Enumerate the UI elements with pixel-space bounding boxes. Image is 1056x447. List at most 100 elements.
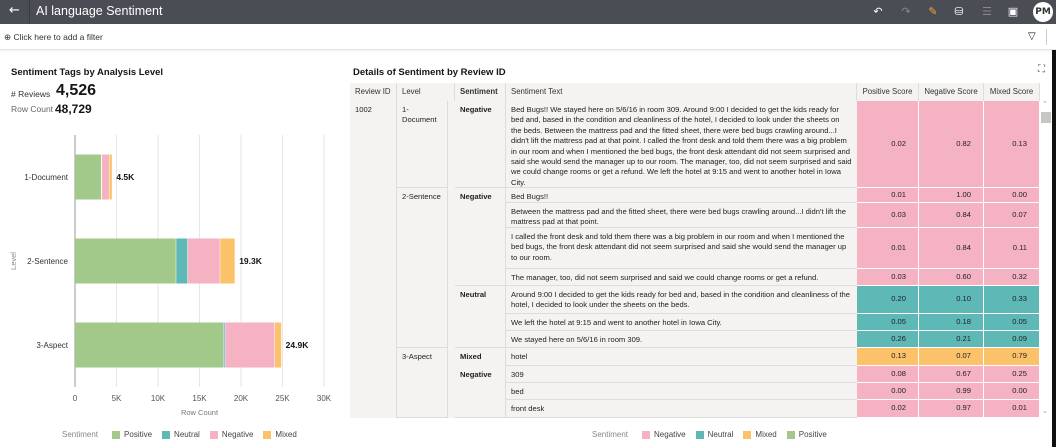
neg-score: 0.10 bbox=[919, 286, 984, 314]
chart-title: Sentiment Tags by Analysis Level bbox=[11, 67, 164, 78]
x-tick-label: 20K bbox=[234, 394, 249, 403]
legend-swatch bbox=[209, 430, 218, 439]
column-header[interactable]: Level bbox=[397, 83, 455, 101]
mix-score: 0.79 bbox=[984, 348, 1040, 366]
mix-score: 0.13 bbox=[984, 101, 1040, 188]
x-tick-label: 15K bbox=[192, 394, 207, 403]
legend-swatch bbox=[112, 430, 121, 439]
legend-swatch bbox=[263, 430, 272, 439]
legend-swatch bbox=[695, 430, 704, 439]
add-filter-button[interactable]: ⊕ Click here to add a filter bbox=[4, 32, 103, 43]
column-header[interactable]: Negative Score bbox=[919, 83, 984, 101]
neg-score: 0.60 bbox=[919, 269, 984, 286]
redo-icon[interactable]: ↷ bbox=[898, 4, 914, 20]
bar-positive[interactable] bbox=[75, 238, 176, 284]
review-id: 1002 bbox=[350, 101, 397, 418]
data-icon[interactable]: ⛁ bbox=[951, 4, 967, 20]
arrow-left-icon[interactable]: ← bbox=[0, 0, 30, 24]
legend-item[interactable]: Negative bbox=[654, 430, 686, 439]
avatar[interactable]: PM bbox=[1033, 2, 1053, 22]
sentiment-cell: Mixed bbox=[455, 348, 506, 366]
table-scrollbar[interactable] bbox=[1040, 101, 1052, 418]
column-header[interactable]: Positive Score bbox=[857, 83, 919, 101]
scroll-up-icon[interactable]: ⌃ bbox=[1042, 100, 1048, 108]
sentiment-text: Bed Bugs!! bbox=[506, 188, 857, 203]
mix-score: 0.01 bbox=[984, 400, 1040, 418]
neg-score: 0.84 bbox=[919, 203, 984, 228]
pos-score: 0.02 bbox=[857, 101, 919, 188]
column-header[interactable]: Sentiment Text bbox=[506, 83, 857, 101]
filter-bar: ⊕ Click here to add a filter ▽ bbox=[0, 25, 1056, 50]
undo-icon[interactable]: ↶ bbox=[870, 4, 886, 20]
top-bar: ← AI language Sentiment ↶ ↷ ✎ ⛁ ☰ ▣ PM bbox=[0, 0, 1056, 24]
bar-negative[interactable] bbox=[187, 238, 220, 284]
bar-neutral[interactable] bbox=[223, 322, 225, 368]
column-header[interactable]: Review ID bbox=[350, 83, 397, 101]
legend-item[interactable]: Neutral bbox=[708, 430, 734, 439]
mix-score: 0.07 bbox=[984, 203, 1040, 228]
expand-icon[interactable]: ⛶ bbox=[1038, 64, 1045, 75]
sentiment-text: hotel bbox=[506, 348, 857, 366]
pos-score: 0.20 bbox=[857, 286, 919, 314]
column-header[interactable]: Mixed Score bbox=[984, 83, 1040, 101]
neg-score: 0.84 bbox=[919, 228, 984, 269]
legend-swatch bbox=[786, 430, 795, 439]
level-cell: 1-Document bbox=[397, 101, 448, 188]
bar-chart: 0 5K 10K 15K 20K 25K 30K Row Count Level 1-Docume… bbox=[9, 135, 332, 417]
scroll-down-icon[interactable]: ⌄ bbox=[1042, 407, 1048, 415]
level-cell: 3-Aspect bbox=[397, 348, 448, 418]
total-label: 4.5K bbox=[116, 172, 135, 182]
neg-score: 0.21 bbox=[919, 331, 984, 348]
scrollbar-thumb[interactable] bbox=[1041, 112, 1051, 123]
plus-circle-icon: ⊕ bbox=[4, 32, 12, 42]
total-label: 24.9K bbox=[286, 340, 310, 350]
x-tick-label: 10K bbox=[151, 394, 166, 403]
sentiment-text: Around 9:00 I decided to get the kids re… bbox=[506, 286, 857, 314]
sentiment-cell: Negative bbox=[455, 188, 506, 286]
column-header[interactable]: Sentiment bbox=[455, 83, 506, 101]
legend-item[interactable]: Neutral bbox=[174, 430, 200, 439]
legend-item[interactable]: Mixed bbox=[275, 430, 296, 439]
edit-icon[interactable]: ✎ bbox=[925, 4, 941, 20]
x-tick-label: 25K bbox=[275, 394, 290, 403]
bar-mixed[interactable] bbox=[109, 154, 112, 200]
comment-icon[interactable]: ☰ bbox=[979, 4, 995, 20]
total-label: 19.3K bbox=[239, 256, 263, 266]
mix-score: 0.11 bbox=[984, 228, 1040, 269]
bar-mixed[interactable] bbox=[220, 238, 235, 284]
pos-score: 0.05 bbox=[857, 314, 919, 331]
bar-negative[interactable] bbox=[225, 322, 275, 368]
present-icon[interactable]: ▣ bbox=[1005, 4, 1021, 20]
neg-score: 0.67 bbox=[919, 366, 984, 383]
legend-item[interactable]: Positive bbox=[799, 430, 827, 439]
x-axis-label: Row Count bbox=[181, 408, 219, 417]
sentiment-text: The manager, too, did not seem surprised… bbox=[506, 269, 857, 286]
reviews-value: 4,526 bbox=[56, 82, 97, 99]
sentiment-text: Between the mattress pad and the fitted … bbox=[506, 203, 857, 228]
sentiment-text: 309 bbox=[506, 366, 857, 383]
pos-score: 0.13 bbox=[857, 348, 919, 366]
x-tick-label: 0 bbox=[73, 394, 78, 403]
legend-swatch bbox=[162, 430, 171, 439]
pos-score: 0.02 bbox=[857, 400, 919, 418]
pos-score: 0.08 bbox=[857, 366, 919, 383]
sentiment-text: Bed Bugs!! We stayed here on 5/6/16 in r… bbox=[506, 101, 857, 188]
mix-score: 0.32 bbox=[984, 269, 1040, 286]
y-tick-label: 1-Document bbox=[24, 173, 68, 182]
legend-item[interactable]: Negative bbox=[222, 430, 254, 439]
y-axis-label: Level bbox=[9, 252, 18, 270]
neg-score: 0.82 bbox=[919, 101, 984, 188]
bar-mixed[interactable] bbox=[275, 322, 282, 368]
bar-positive[interactable] bbox=[75, 322, 224, 368]
bar-negative[interactable] bbox=[101, 154, 109, 200]
bar-neutral[interactable] bbox=[176, 238, 188, 284]
legend-item[interactable]: Positive bbox=[124, 430, 152, 439]
bar-positive[interactable] bbox=[75, 154, 102, 200]
mix-score: 0.05 bbox=[984, 314, 1040, 331]
neg-score: 0.07 bbox=[919, 348, 984, 366]
filter-icon[interactable]: ▽ bbox=[1028, 31, 1036, 42]
neg-score: 1.00 bbox=[919, 188, 984, 203]
legend-item[interactable]: Mixed bbox=[755, 430, 776, 439]
table-legend: Sentiment Negative Neutral Mixed Positive bbox=[592, 430, 827, 439]
sentiment-cell: Negative bbox=[455, 101, 506, 188]
